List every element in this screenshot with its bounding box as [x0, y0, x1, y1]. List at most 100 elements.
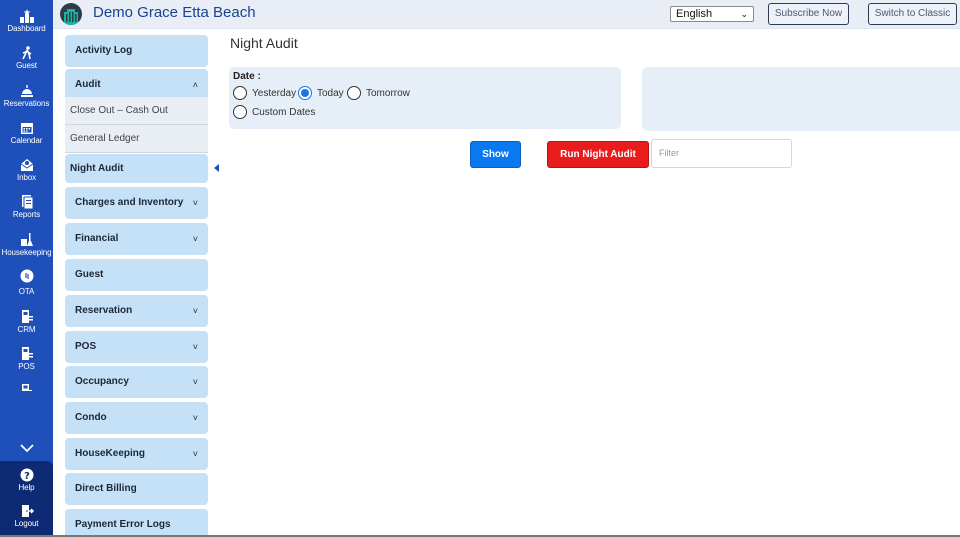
rail-label: POS — [18, 362, 35, 371]
run-night-audit-button[interactable]: Run Night Audit — [547, 141, 649, 168]
svg-text:?: ? — [24, 471, 30, 482]
menu-item-occupancy[interactable]: Occupancy ˅ — [65, 366, 208, 398]
date-filter-panel: Date : Yesterday Today Tomorrow Custom D… — [229, 67, 621, 129]
rail-item-inbox[interactable]: Inbox — [0, 158, 53, 183]
rail-item-more[interactable] — [0, 383, 53, 393]
logout-label: Logout — [14, 519, 39, 528]
subscribe-now-button[interactable]: Subscribe Now — [768, 3, 849, 25]
menu-item-label: Financial — [75, 233, 119, 244]
radio-custom-dates[interactable]: Custom Dates — [233, 105, 315, 119]
rail-item-help[interactable]: ? Help — [0, 468, 53, 493]
rail-item-ota[interactable]: OTA — [0, 269, 53, 297]
menu-item-label: Payment Error Logs — [75, 519, 171, 530]
dashboard-icon — [19, 9, 34, 23]
chevron-down-icon: ˅ — [192, 306, 198, 316]
rail-bottom-section: ? Help Logout — [0, 461, 53, 537]
logout-icon — [21, 505, 34, 517]
menu-item-condo[interactable]: Condo ˅ — [65, 402, 208, 434]
rail-expand-button[interactable] — [0, 440, 53, 460]
rail-label: Guest — [16, 61, 37, 70]
menu-item-label: Charges and Inventory — [75, 197, 184, 208]
chevron-down-icon: ˅ — [192, 198, 198, 208]
rail-label: CRM — [17, 325, 36, 334]
radio-circle[interactable] — [233, 86, 247, 100]
rail-item-dashboard[interactable]: Dashboard — [0, 9, 53, 34]
reservations-icon — [20, 85, 33, 97]
menu-item-night-audit[interactable]: Night Audit — [65, 154, 219, 183]
rail-label: OTA — [18, 287, 35, 296]
radio-circle[interactable] — [347, 86, 361, 100]
rail-label: Reports — [12, 210, 41, 219]
rail-item-calendar[interactable]: Calendar — [0, 121, 53, 146]
app-root: Dashboard Guest Reservations Calendar In… — [0, 0, 960, 537]
chevron-down-icon: ˅ — [192, 449, 198, 459]
language-select[interactable]: English ⌄ — [670, 6, 754, 22]
date-label: Date : — [233, 71, 261, 82]
rail-label: Reservations — [3, 99, 50, 108]
menu-item-label: HouseKeeping — [75, 448, 146, 459]
crm-icon — [21, 310, 33, 323]
page-title: Night Audit — [230, 35, 298, 51]
device-icon — [21, 384, 32, 391]
menu-item-label: Guest — [75, 269, 104, 280]
ota-icon — [20, 269, 33, 283]
rail-item-crm[interactable]: CRM — [0, 310, 53, 335]
show-button[interactable]: Show — [470, 141, 521, 168]
radio-label: Tomorrow — [366, 87, 410, 99]
help-icon: ? — [20, 468, 33, 482]
language-value: English — [676, 8, 713, 20]
rail-label: Inbox — [16, 173, 37, 182]
chevron-down-icon: ˅ — [192, 377, 198, 387]
menu-item-pos[interactable]: POS ˅ — [65, 331, 208, 363]
chevron-down-icon: ⌄ — [740, 9, 748, 19]
radio-yesterday[interactable]: Yesterday — [233, 86, 296, 100]
menu-item-label: POS — [75, 341, 97, 352]
menu-item-financial[interactable]: Financial ˅ — [65, 223, 208, 255]
menu-item-housekeeping[interactable]: HouseKeeping ˅ — [65, 438, 208, 470]
rail-label: Calendar — [10, 136, 43, 145]
chevron-down-icon: ˅ — [192, 342, 198, 352]
menu-subitem-close-out[interactable]: Close Out – Cash Out — [65, 97, 208, 125]
hotel-logo — [60, 3, 82, 25]
menu-item-label: Reservation — [75, 305, 133, 316]
radio-label: Custom Dates — [252, 106, 316, 118]
chevron-down-icon: ˅ — [192, 413, 198, 423]
chevron-down-icon — [19, 444, 34, 453]
rail-item-logout[interactable]: Logout — [0, 504, 53, 529]
menu-item-label: Audit — [75, 79, 101, 90]
reports-submenu: Activity Log Audit ˄ Close Out – Cash Ou… — [53, 29, 219, 537]
rail-label: Dashboard — [7, 24, 46, 33]
filter-input[interactable]: Filter — [651, 139, 792, 168]
inbox-icon — [20, 159, 33, 171]
menu-item-reservation[interactable]: Reservation ˅ — [65, 295, 208, 327]
menu-item-direct-billing[interactable]: Direct Billing — [65, 473, 208, 505]
rail-item-reports[interactable]: Reports — [0, 195, 53, 220]
rail-label: Housekeeping — [1, 248, 52, 257]
menu-subitem-general-ledger[interactable]: General Ledger — [65, 125, 208, 153]
menu-item-payment-error-logs[interactable]: Payment Error Logs — [65, 509, 208, 537]
menu-item-label: Night Audit — [70, 163, 124, 174]
radio-today[interactable]: Today — [298, 86, 344, 100]
radio-circle-selected[interactable] — [298, 86, 312, 100]
rail-item-housekeeping[interactable]: Housekeeping — [0, 233, 53, 258]
radio-tomorrow[interactable]: Tomorrow — [347, 86, 410, 100]
menu-item-charges-and-inventory[interactable]: Charges and Inventory ˅ — [65, 187, 208, 219]
housekeeping-icon — [20, 233, 33, 246]
menu-item-label: Occupancy — [75, 376, 129, 387]
rail-item-pos[interactable]: POS — [0, 347, 53, 372]
main-content: Night Audit Date : Yesterday Today Tomor… — [210, 29, 960, 537]
chevron-down-icon: ˅ — [192, 234, 198, 244]
menu-item-label: Direct Billing — [75, 483, 137, 494]
left-rail: Dashboard Guest Reservations Calendar In… — [0, 0, 53, 537]
radio-label: Today — [317, 87, 344, 99]
calendar-icon — [20, 123, 33, 134]
menu-item-guest[interactable]: Guest — [65, 259, 208, 291]
rail-item-guest[interactable]: Guest — [0, 46, 53, 71]
rail-item-reservations[interactable]: Reservations — [0, 84, 53, 109]
building-icon — [64, 9, 78, 25]
pos-icon — [21, 347, 33, 360]
switch-to-classic-button[interactable]: Switch to Classic — [868, 3, 957, 25]
menu-item-activity-log[interactable]: Activity Log — [65, 35, 208, 67]
guest-icon — [21, 46, 31, 60]
radio-circle[interactable] — [233, 105, 247, 119]
